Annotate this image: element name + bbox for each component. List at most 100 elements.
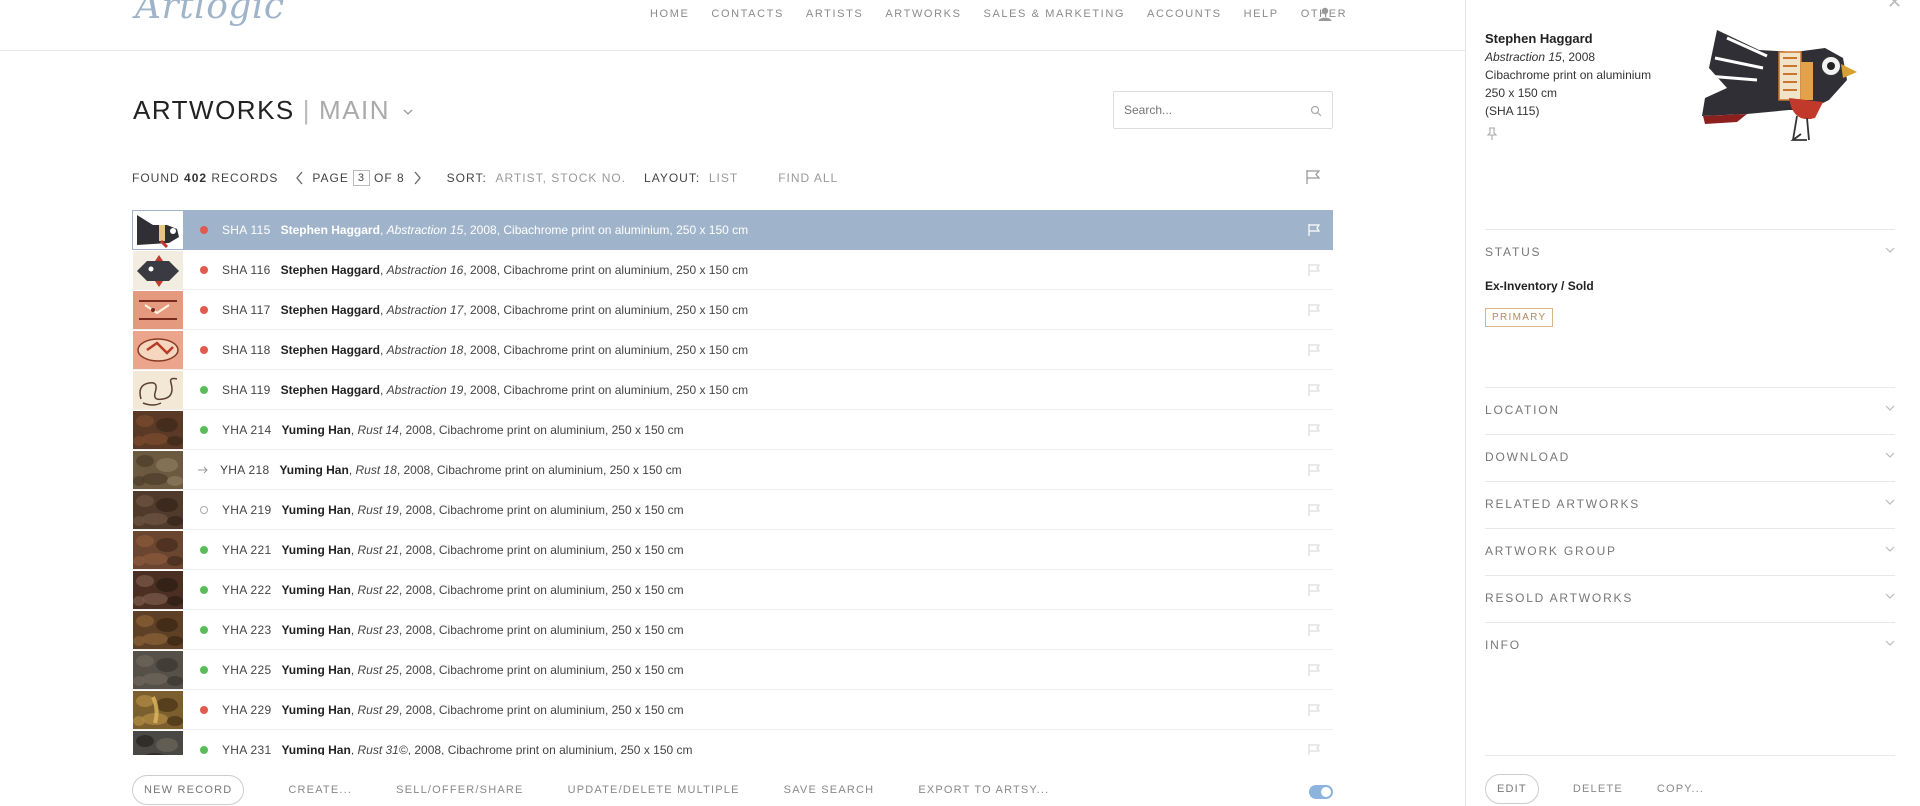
export-to-artsy-button[interactable]: EXPORT TO ARTSY... bbox=[918, 784, 1049, 796]
stock-number: SHA 116 bbox=[222, 262, 271, 277]
flag-icon[interactable] bbox=[1307, 223, 1321, 237]
flag-icon[interactable] bbox=[1307, 303, 1321, 317]
search-icon[interactable] bbox=[1310, 105, 1322, 117]
edit-button[interactable]: EDIT bbox=[1485, 774, 1539, 804]
view-selector[interactable]: MAIN bbox=[319, 95, 390, 125]
artwork-description: Yuming Han, Rust 22, 2008, Cibachrome pr… bbox=[281, 582, 684, 597]
resold-artworks-section[interactable]: RESOLD ARTWORKS bbox=[1485, 575, 1895, 605]
table-row[interactable]: YHA 231 Yuming Han, Rust 31©, 2008, Cibac… bbox=[132, 730, 1333, 755]
table-row[interactable]: SHA 116 Stephen Haggard, Abstraction 16, … bbox=[132, 250, 1333, 290]
update-delete-multiple-button[interactable]: UPDATE/DELETE MULTIPLE bbox=[568, 784, 740, 796]
artwork-preview-image[interactable] bbox=[1697, 28, 1859, 144]
nav-sales-marketing[interactable]: SALES & MARKETING bbox=[984, 8, 1126, 20]
detail-actions: EDIT DELETE COPY... bbox=[1485, 774, 1704, 804]
table-row[interactable]: SHA 117 Stephen Haggard, Abstraction 17, … bbox=[132, 290, 1333, 330]
nav-home[interactable]: HOME bbox=[650, 8, 689, 20]
chevron-down-icon[interactable] bbox=[1885, 639, 1895, 647]
flag-icon[interactable] bbox=[1307, 463, 1321, 477]
nav-artists[interactable]: ARTISTS bbox=[806, 8, 863, 20]
info-section-title: INFO bbox=[1485, 638, 1521, 652]
sell-offer-share-button[interactable]: SELL/OFFER/SHARE bbox=[396, 784, 523, 796]
find-all-link[interactable]: FIND ALL bbox=[778, 171, 838, 185]
status-section-title: STATUS bbox=[1485, 245, 1542, 259]
table-row[interactable]: YHA 214 Yuming Han, Rust 14, 2008, Cibach… bbox=[132, 410, 1333, 450]
chevron-down-icon[interactable] bbox=[403, 108, 413, 116]
artwork-thumbnail[interactable] bbox=[133, 410, 183, 449]
table-row[interactable]: SHA 115 Stephen Haggard, Abstraction 15, … bbox=[132, 210, 1333, 250]
search-input[interactable] bbox=[1114, 92, 1294, 128]
table-row[interactable]: YHA 221 Yuming Han, Rust 21, 2008, Cibach… bbox=[132, 530, 1333, 570]
location-section[interactable]: LOCATION bbox=[1485, 387, 1895, 417]
artwork-thumbnail[interactable] bbox=[133, 650, 183, 689]
related-artworks-section[interactable]: RELATED ARTWORKS bbox=[1485, 481, 1895, 511]
app-logo[interactable]: Artlogic bbox=[135, 0, 285, 27]
artwork-thumbnail[interactable] bbox=[133, 490, 183, 529]
flag-icon[interactable] bbox=[1307, 743, 1321, 755]
table-row[interactable]: YHA 225 Yuming Han, Rust 25, 2008, Cibach… bbox=[132, 650, 1333, 690]
create-button[interactable]: CREATE... bbox=[288, 784, 352, 796]
chevron-down-icon[interactable] bbox=[1885, 545, 1895, 553]
artwork-thumbnail[interactable] bbox=[133, 450, 183, 489]
chevron-down-icon[interactable] bbox=[1885, 592, 1895, 600]
pin-icon[interactable] bbox=[1486, 127, 1498, 141]
artwork-details: , 2008, Cibachrome print on aluminium, 2… bbox=[398, 502, 684, 517]
page-number-input[interactable]: 3 bbox=[352, 170, 370, 186]
flag-icon[interactable] bbox=[1307, 703, 1321, 717]
new-record-button[interactable]: NEW RECORD bbox=[132, 775, 245, 805]
chevron-down-icon[interactable] bbox=[1885, 498, 1895, 506]
flag-icon[interactable] bbox=[1304, 168, 1322, 186]
artwork-thumbnail[interactable] bbox=[133, 690, 183, 729]
chevron-down-icon[interactable] bbox=[1885, 246, 1895, 254]
chevron-down-icon[interactable] bbox=[1885, 404, 1895, 412]
nav-accounts[interactable]: ACCOUNTS bbox=[1147, 8, 1222, 20]
status-section[interactable]: STATUS bbox=[1485, 229, 1895, 259]
results-toolbar: FOUND 402 RECORDS PAGE 3 OF 8 SORT: ARTI… bbox=[132, 170, 838, 186]
save-search-button[interactable]: SAVE SEARCH bbox=[784, 784, 875, 796]
artwork-thumbnail[interactable] bbox=[133, 610, 183, 649]
records-label: RECORDS bbox=[211, 171, 279, 185]
close-icon[interactable]: ✕ bbox=[1887, 0, 1902, 13]
table-row[interactable]: SHA 118 Stephen Haggard, Abstraction 18, … bbox=[132, 330, 1333, 370]
artwork-thumbnail[interactable] bbox=[133, 290, 183, 329]
copy-button[interactable]: COPY... bbox=[1657, 783, 1704, 795]
sort-value[interactable]: ARTIST, STOCK NO. bbox=[495, 171, 626, 185]
table-row[interactable]: YHA 229 Yuming Han, Rust 29, 2008, Cibach… bbox=[132, 690, 1333, 730]
nav-help[interactable]: HELP bbox=[1244, 8, 1279, 20]
flag-icon[interactable] bbox=[1307, 503, 1321, 517]
artwork-thumbnail[interactable] bbox=[133, 250, 183, 289]
flag-icon[interactable] bbox=[1307, 663, 1321, 677]
chevron-left-icon[interactable] bbox=[294, 171, 306, 185]
flag-icon[interactable] bbox=[1307, 383, 1321, 397]
table-row[interactable]: SHA 119 Stephen Haggard, Abstraction 19, … bbox=[132, 370, 1333, 410]
delete-button[interactable]: DELETE bbox=[1573, 783, 1623, 795]
nav-artworks[interactable]: ARTWORKS bbox=[885, 8, 961, 20]
artwork-thumbnail[interactable] bbox=[133, 370, 183, 409]
toggle-switch[interactable] bbox=[1309, 785, 1333, 799]
stock-number: SHA 117 bbox=[222, 302, 271, 317]
download-section[interactable]: DOWNLOAD bbox=[1485, 434, 1895, 464]
table-row[interactable]: YHA 222 Yuming Han, Rust 22, 2008, Cibach… bbox=[132, 570, 1333, 610]
artwork-details: , 2008, Cibachrome print on aluminium, 2… bbox=[398, 702, 684, 717]
user-icon[interactable] bbox=[1317, 6, 1333, 22]
artwork-thumbnail[interactable] bbox=[133, 570, 183, 609]
artwork-thumbnail[interactable] bbox=[133, 210, 183, 249]
flag-icon[interactable] bbox=[1307, 423, 1321, 437]
artwork-thumbnail[interactable] bbox=[133, 730, 183, 756]
artwork-group-section[interactable]: ARTWORK GROUP bbox=[1485, 528, 1895, 558]
layout-value[interactable]: LIST bbox=[709, 171, 738, 185]
info-section[interactable]: INFO bbox=[1485, 622, 1895, 652]
artwork-thumbnail[interactable] bbox=[133, 530, 183, 569]
flag-icon[interactable] bbox=[1307, 343, 1321, 357]
flag-icon[interactable] bbox=[1307, 623, 1321, 637]
flag-icon[interactable] bbox=[1307, 543, 1321, 557]
chevron-down-icon[interactable] bbox=[1885, 451, 1895, 459]
nav-contacts[interactable]: CONTACTS bbox=[711, 8, 783, 20]
flag-icon[interactable] bbox=[1307, 583, 1321, 597]
table-row[interactable]: YHA 219 Yuming Han, Rust 19, 2008, Cibach… bbox=[132, 490, 1333, 530]
chevron-right-icon[interactable] bbox=[411, 171, 423, 185]
table-row[interactable]: YHA 223 Yuming Han, Rust 23, 2008, Cibach… bbox=[132, 610, 1333, 650]
flag-icon[interactable] bbox=[1307, 263, 1321, 277]
table-row[interactable]: YHA 218 Yuming Han, Rust 18, 2008, Cibach… bbox=[132, 450, 1333, 490]
artwork-thumbnail[interactable] bbox=[133, 330, 183, 369]
artwork-details: , 2008, Cibachrome print on aluminium, 2… bbox=[396, 462, 682, 477]
